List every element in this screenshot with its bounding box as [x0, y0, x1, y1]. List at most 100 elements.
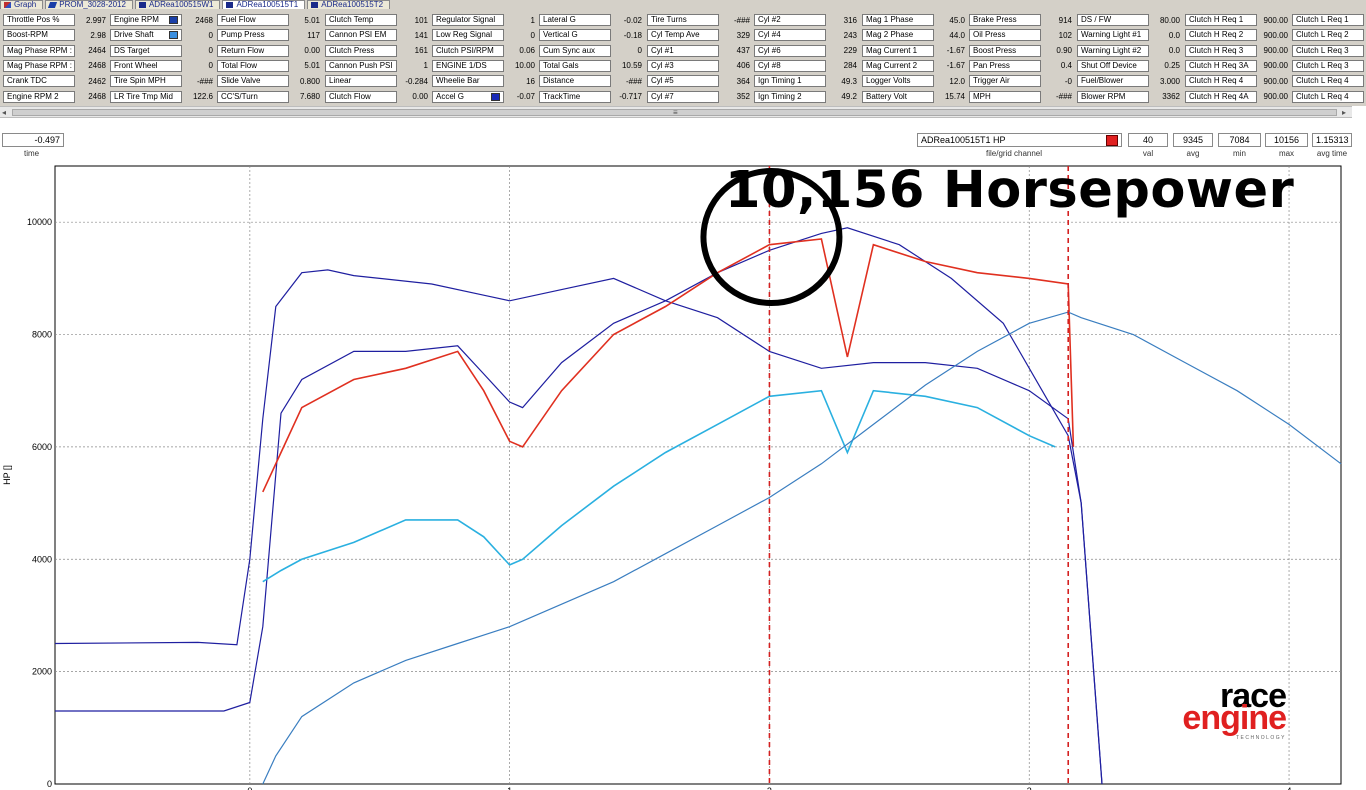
channel-cell[interactable]: Clutch PSI/RPM 0.06 [432, 44, 535, 58]
channel-cell[interactable]: Cyl Temp Ave 329 [647, 28, 750, 42]
channel-cell[interactable]: Cyl #1 437 [647, 44, 750, 58]
scroll-right-arrow-icon[interactable]: ▸ [1342, 108, 1346, 117]
channel-cell[interactable]: Cyl #6 229 [754, 44, 857, 58]
channel-cell[interactable]: Clutch H Req 3A 900.00 [1185, 59, 1288, 73]
channel-cell[interactable]: Boost-RPM 2.98 [3, 28, 106, 42]
channel-color-swatch[interactable] [491, 92, 500, 101]
tab-label: ADRea100515T1 [236, 0, 299, 9]
channel-cell[interactable]: Accel G -0.07 [432, 90, 535, 104]
channel-cell[interactable]: Distance -### [539, 74, 642, 88]
channel-cell[interactable]: Clutch L Req 3 [1292, 44, 1366, 58]
channel-cell[interactable]: Total Gals 10.59 [539, 59, 642, 73]
channel-cell[interactable]: ENGINE 1/DS 10.00 [432, 59, 535, 73]
channel-cell[interactable]: Clutch H Req 1 900.00 [1185, 13, 1288, 27]
channel-cell[interactable]: Clutch H Req 2 900.00 [1185, 28, 1288, 42]
channel-cell[interactable]: Clutch L Req 4 [1292, 74, 1366, 88]
channel-cell[interactable]: Engine RPM 2468 [110, 13, 213, 27]
channel-cell[interactable]: Throttle Pos % 2.997 [3, 13, 106, 27]
channel-label: Clutch H Req 3A [1185, 59, 1257, 72]
channel-name: Clutch PSI/RPM [436, 45, 494, 55]
graph-plot[interactable]: 0 2000 4000 6000 8000 10000 0 1 2 3 4 HP [] [0, 162, 1366, 790]
channel-cell[interactable]: Cyl #2 316 [754, 13, 857, 27]
channel-cell[interactable]: Fuel/Blower 3.000 [1077, 74, 1180, 88]
channel-cell[interactable]: Warning Light #1 0.0 [1077, 28, 1180, 42]
channel-cell[interactable]: Tire Spin MPH -### [110, 74, 213, 88]
channel-cell[interactable]: Cyl #7 352 [647, 90, 750, 104]
channel-color-swatch[interactable] [169, 31, 178, 40]
channel-cell[interactable]: DS Target 0 [110, 44, 213, 58]
channel-cell[interactable]: Cyl #4 243 [754, 28, 857, 42]
channel-cell[interactable]: Front Wheel 0 [110, 59, 213, 73]
channel-cell[interactable]: Total Flow 5.01 [217, 59, 320, 73]
channel-cell[interactable]: Ign Timing 2 49.2 [754, 90, 857, 104]
channel-cell[interactable]: Cannon Push PSI 1 [325, 59, 428, 73]
channel-cell[interactable]: Clutch Flow 0.00 [325, 90, 428, 104]
channel-cell[interactable]: Boost Press 0.90 [969, 44, 1072, 58]
file-channel-select[interactable]: ADRea100515T1 HP [917, 133, 1122, 147]
channel-color-swatch[interactable] [1106, 135, 1118, 146]
channel-cell[interactable]: Pan Press 0.4 [969, 59, 1072, 73]
channel-cell[interactable]: Warning Light #2 0.0 [1077, 44, 1180, 58]
channel-cell[interactable]: Cyl #8 284 [754, 59, 857, 73]
hp-chart[interactable]: 0 2000 4000 6000 8000 10000 0 1 2 3 4 HP [] [0, 162, 1366, 790]
channel-cell[interactable]: Clutch H Req 3 900.00 [1185, 44, 1288, 58]
channel-cell[interactable]: Clutch Temp 101 [325, 13, 428, 27]
channel-cell[interactable]: Engine RPM 2 2468 [3, 90, 106, 104]
channel-cell[interactable]: TrackTime -0.717 [539, 90, 642, 104]
channel-cell[interactable]: Clutch L Req 4 [1292, 90, 1366, 104]
channel-cell[interactable]: Clutch H Req 4A 900.00 [1185, 90, 1288, 104]
channel-name: TrackTime [543, 91, 581, 101]
channel-cell[interactable]: Tire Turns -### [647, 13, 750, 27]
channel-cell[interactable]: Clutch Press 161 [325, 44, 428, 58]
channel-cell[interactable]: Mag Current 2 -1.67 [862, 59, 965, 73]
channel-label: Drive Shaft [110, 29, 182, 42]
channel-cell[interactable]: MPH -### [969, 90, 1072, 104]
channel-cell[interactable]: Crank TDC 2462 [3, 74, 106, 88]
channel-cell[interactable]: Clutch L Req 3 [1292, 59, 1366, 73]
channel-cell[interactable]: Logger Volts 12.0 [862, 74, 965, 88]
tab-1[interactable]: PROM_3028-2012 [45, 0, 133, 9]
channel-cell[interactable]: Mag Phase RPM : 2468 [3, 59, 106, 73]
channel-cell[interactable]: Ign Timing 1 49.3 [754, 74, 857, 88]
channel-cell[interactable]: Linear -0.284 [325, 74, 428, 88]
channel-cell[interactable]: Mag Phase RPM : 2464 [3, 44, 106, 58]
channel-cell[interactable]: CC'S/Turn 7.680 [217, 90, 320, 104]
channel-cell[interactable]: LR Tire Tmp Mid 122.6 [110, 90, 213, 104]
channel-cell[interactable]: Fuel Flow 5.01 [217, 13, 320, 27]
channel-cell[interactable]: Return Flow 0.00 [217, 44, 320, 58]
channel-cell[interactable]: Drive Shaft 0 [110, 28, 213, 42]
channel-cell[interactable]: Clutch L Req 1 [1292, 13, 1366, 27]
horizontal-scrollbar[interactable]: ◂ ≡ ▸ [0, 106, 1352, 118]
channel-cell[interactable]: Lateral G -0.02 [539, 13, 642, 27]
tab-4[interactable]: ADRea100515T2 [307, 0, 391, 9]
channel-cell[interactable]: DS / FW 80.00 [1077, 13, 1180, 27]
channel-cell[interactable]: Slide Valve 0.800 [217, 74, 320, 88]
channel-cell[interactable]: Shut Off Device 0.25 [1077, 59, 1180, 73]
channel-cell[interactable]: Mag 2 Phase 44.0 [862, 28, 965, 42]
channel-cell[interactable]: Blower RPM 3362 [1077, 90, 1180, 104]
channel-cell[interactable]: Mag 1 Phase 45.0 [862, 13, 965, 27]
tab-3[interactable]: ADRea100515T1 [222, 0, 306, 9]
channel-cell[interactable]: Cyl #3 406 [647, 59, 750, 73]
scroll-left-arrow-icon[interactable]: ◂ [2, 108, 6, 117]
channel-cell[interactable]: Mag Current 1 -1.67 [862, 44, 965, 58]
channel-cell[interactable]: Cyl #5 364 [647, 74, 750, 88]
channel-value: -0.02 [623, 15, 642, 25]
channel-cell[interactable]: Cum Sync aux 0 [539, 44, 642, 58]
channel-color-swatch[interactable] [169, 16, 178, 24]
channel-cell[interactable]: Regulator Signal 1 [432, 13, 535, 27]
channel-cell[interactable]: Brake Press 914 [969, 13, 1072, 27]
channel-cell[interactable]: Vertical G -0.18 [539, 28, 642, 42]
channel-cell[interactable]: Pump Press 117 [217, 28, 320, 42]
tab-0[interactable]: Graph [0, 0, 44, 9]
channel-cell[interactable]: Cannon PSI EM 141 [325, 28, 428, 42]
channel-cell[interactable]: Battery Volt 15.74 [862, 90, 965, 104]
channel-cell[interactable]: Trigger Air -0 [969, 74, 1072, 88]
channel-cell[interactable]: Oil Press 102 [969, 28, 1072, 42]
tab-2[interactable]: ADRea100515W1 [134, 0, 221, 9]
channel-cell[interactable]: Clutch H Req 4 900.00 [1185, 74, 1288, 88]
channel-cell[interactable]: Clutch L Req 2 [1292, 28, 1366, 42]
y-tick-label: 8000 [32, 330, 52, 340]
channel-cell[interactable]: Wheelie Bar 16 [432, 74, 535, 88]
channel-cell[interactable]: Low Reg Signal 0 [432, 28, 535, 42]
